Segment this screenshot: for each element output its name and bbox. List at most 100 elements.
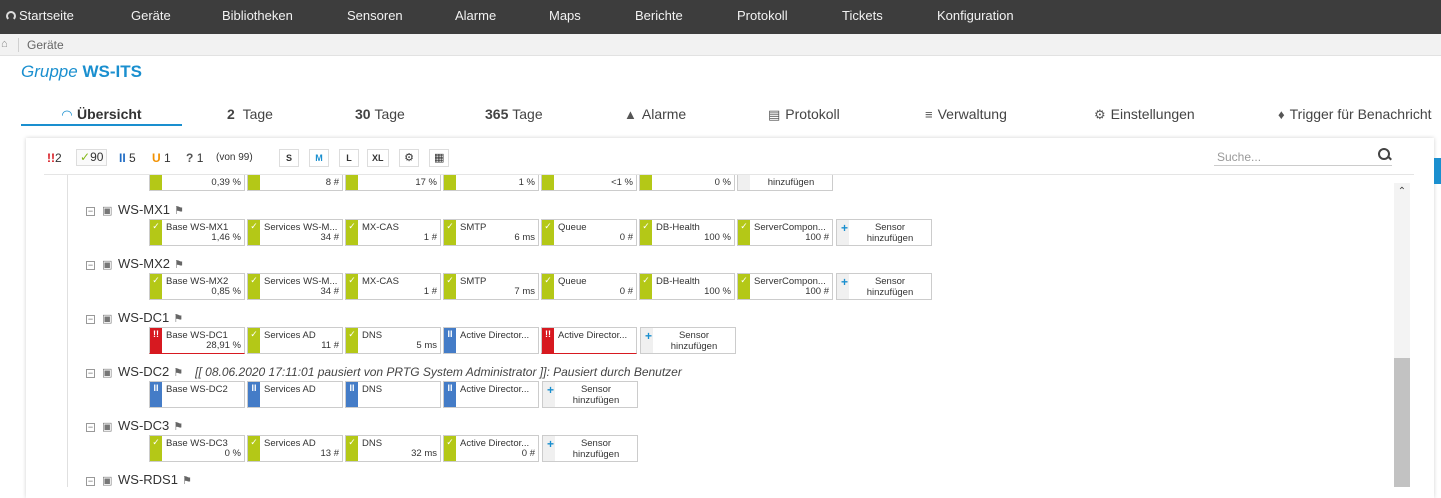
grid-view-button[interactable]: ▦	[429, 149, 450, 167]
collapse-icon[interactable]: −	[86, 369, 95, 378]
sensor-tile[interactable]: ✓ Services WS-M... 34 #	[247, 219, 343, 246]
nav-sensors[interactable]: Sensoren	[347, 0, 403, 34]
sensor-tile[interactable]: II Base WS-DC2	[149, 381, 245, 408]
tab-2-days[interactable]: 2 Tage	[227, 106, 273, 126]
breadcrumb-devices[interactable]: Geräte	[27, 38, 64, 52]
device-ws-rds1[interactable]: − ▣ WS-RDS1 ⚑	[86, 472, 192, 488]
sensor-tile[interactable]: ✓ Services WS-M... 34 #	[247, 273, 343, 300]
tab-management[interactable]: ≡ Verwaltung	[925, 106, 1007, 126]
sensor-tile[interactable]: ✓ MX-CAS 1 #	[345, 219, 441, 246]
sensor-tile[interactable]: !! Active Director...	[541, 327, 637, 354]
nav-maps[interactable]: Maps	[549, 0, 581, 34]
collapse-icon[interactable]: −	[86, 423, 95, 432]
add-sensor-button[interactable]: + Sensor hinzufügen	[640, 327, 736, 354]
partial-sensor-6[interactable]: 0 %	[639, 175, 735, 191]
nav-alarms[interactable]: Alarme	[455, 0, 496, 34]
partial-sensor-5[interactable]: <1 %	[541, 175, 637, 191]
sensor-tile[interactable]: ✓ SMTP 6 ms	[443, 219, 539, 246]
partial-sensor-4[interactable]: 1 %	[443, 175, 539, 191]
sensor-tile[interactable]: II Active Director...	[443, 327, 539, 354]
nav-devices[interactable]: Geräte	[131, 0, 171, 34]
gear-view-button[interactable]: ⚙	[399, 149, 419, 167]
sensor-tile[interactable]: ✓ Services AD 13 #	[247, 435, 343, 462]
tab-30-days[interactable]: 30 Tage	[355, 106, 405, 126]
device-ws-dc2[interactable]: − ▣ WS-DC2 ⚑ [[ 08.06.2020 17:11:01 pausiert…	[86, 364, 682, 380]
sensor-tile[interactable]: ✓ DB-Health 100 %	[639, 273, 735, 300]
device-name[interactable]: WS-MX2	[118, 256, 170, 271]
partial-sensor-2[interactable]: 8 #	[247, 175, 343, 191]
sensor-value: 5 ms	[416, 340, 437, 351]
device-name[interactable]: WS-MX1	[118, 202, 170, 217]
device-name[interactable]: WS-RDS1	[118, 472, 178, 487]
sensor-value: 6 ms	[514, 232, 535, 243]
partial-sensor-1-value: 0,39 %	[211, 177, 241, 188]
sensor-tile[interactable]: ✓ DNS 5 ms	[345, 327, 441, 354]
sensor-tile[interactable]: II Active Director...	[443, 381, 539, 408]
breadcrumb-home-icon[interactable]: ⌂	[1, 38, 13, 50]
sensor-tile[interactable]: ✓ DNS 32 ms	[345, 435, 441, 462]
sensor-tile[interactable]: ✓ ServerCompon... 100 #	[737, 219, 833, 246]
collapse-icon[interactable]: −	[86, 261, 95, 270]
collapse-icon[interactable]: −	[86, 315, 95, 324]
device-name[interactable]: WS-DC1	[118, 310, 169, 325]
sensor-tile[interactable]: ✓ ServerCompon... 100 #	[737, 273, 833, 300]
scrollbar-thumb[interactable]	[1394, 358, 1410, 487]
nav-configuration[interactable]: Konfiguration	[937, 0, 1014, 34]
collapse-icon[interactable]: −	[86, 207, 95, 216]
tab-alarms[interactable]: ▲ Alarme	[624, 106, 686, 126]
partial-sensor-3[interactable]: 17 %	[345, 175, 441, 191]
add-sensor-button[interactable]: + Sensor hinzufügen	[836, 273, 932, 300]
sensor-tile[interactable]: II Services AD	[247, 381, 343, 408]
tab-log[interactable]: ▤ Protokoll	[768, 106, 840, 126]
status-unusual-count[interactable]: U 1	[152, 151, 171, 165]
nav-log[interactable]: Protokoll	[737, 0, 788, 34]
tab-overview[interactable]: ◠ Übersicht	[62, 106, 142, 126]
device-ws-dc1[interactable]: − ▣ WS-DC1 ⚑	[86, 310, 183, 326]
size-xl-button[interactable]: XL	[367, 149, 389, 167]
add-sensor-button[interactable]: + Sensor hinzufügen	[542, 381, 638, 408]
status-unknown-count[interactable]: ? 1	[186, 151, 203, 165]
nav-reports[interactable]: Berichte	[635, 0, 683, 34]
sensor-tile[interactable]: ✓ Base WS-MX2 0,85 %	[149, 273, 245, 300]
collapse-icon[interactable]: −	[86, 477, 95, 486]
sensor-tile[interactable]: ✓ Services AD 11 #	[247, 327, 343, 354]
add-sensor-button[interactable]: + Sensor hinzufügen	[836, 219, 932, 246]
device-name[interactable]: WS-DC2	[118, 364, 169, 379]
sensor-tile[interactable]: ✓ Base WS-MX1 1,46 %	[149, 219, 245, 246]
sensor-tile[interactable]: ✓ MX-CAS 1 #	[345, 273, 441, 300]
device-ws-dc3[interactable]: − ▣ WS-DC3 ⚑	[86, 418, 183, 434]
search-input[interactable]: Suche...	[1214, 148, 1392, 166]
partial-add-sensor[interactable]: hinzufügen	[737, 175, 833, 191]
tab-365-days[interactable]: 365 Tage	[485, 106, 543, 126]
tab-settings[interactable]: ⚙ Einstellungen	[1094, 106, 1195, 126]
sensor-tile[interactable]: II DNS	[345, 381, 441, 408]
status-down-count[interactable]: !!2	[47, 151, 62, 165]
tab-triggers[interactable]: ♦ Trigger für Benachricht	[1278, 106, 1432, 126]
device-ws-mx2[interactable]: − ▣ WS-MX2 ⚑	[86, 256, 184, 272]
sensor-tile[interactable]: ✓ Base WS-DC3 0 %	[149, 435, 245, 462]
size-l-button[interactable]: L	[339, 149, 359, 167]
device-name[interactable]: WS-DC3	[118, 418, 169, 433]
paused-message: [[ 08.06.2020 17:11:01 pausiert von PRTG…	[195, 365, 682, 379]
size-m-button[interactable]: M	[309, 149, 329, 167]
tab-management-label: Verwaltung	[937, 106, 1007, 122]
sensor-tile[interactable]: ✓ Queue 0 #	[541, 273, 637, 300]
side-panel-tab[interactable]	[1434, 158, 1441, 184]
status-paused-count[interactable]: II 5	[119, 151, 136, 165]
sensor-tile[interactable]: ✓ SMTP 7 ms	[443, 273, 539, 300]
sensor-value: 0 #	[521, 448, 535, 459]
partial-sensor-1[interactable]: 0,39 %	[149, 175, 245, 191]
device-ws-mx1[interactable]: − ▣ WS-MX1 ⚑	[86, 202, 184, 218]
nav-libraries[interactable]: Bibliotheken	[222, 0, 293, 34]
nav-home[interactable]: Startseite	[6, 0, 74, 34]
status-up-count[interactable]: ✓90	[76, 149, 108, 166]
sensor-tile[interactable]: !! Base WS-DC1 28,91 %	[149, 327, 245, 354]
sensor-tile[interactable]: ✓ Queue 0 #	[541, 219, 637, 246]
sensor-tile[interactable]: ✓ Active Director... 0 #	[443, 435, 539, 462]
scroll-up-arrow-icon[interactable]: ⌃	[1394, 183, 1410, 201]
size-s-button[interactable]: S	[279, 149, 299, 167]
sensor-tile[interactable]: ✓ DB-Health 100 %	[639, 219, 735, 246]
nav-tickets[interactable]: Tickets	[842, 0, 883, 34]
search-icon[interactable]	[1378, 148, 1390, 160]
add-sensor-button[interactable]: + Sensor hinzufügen	[542, 435, 638, 462]
